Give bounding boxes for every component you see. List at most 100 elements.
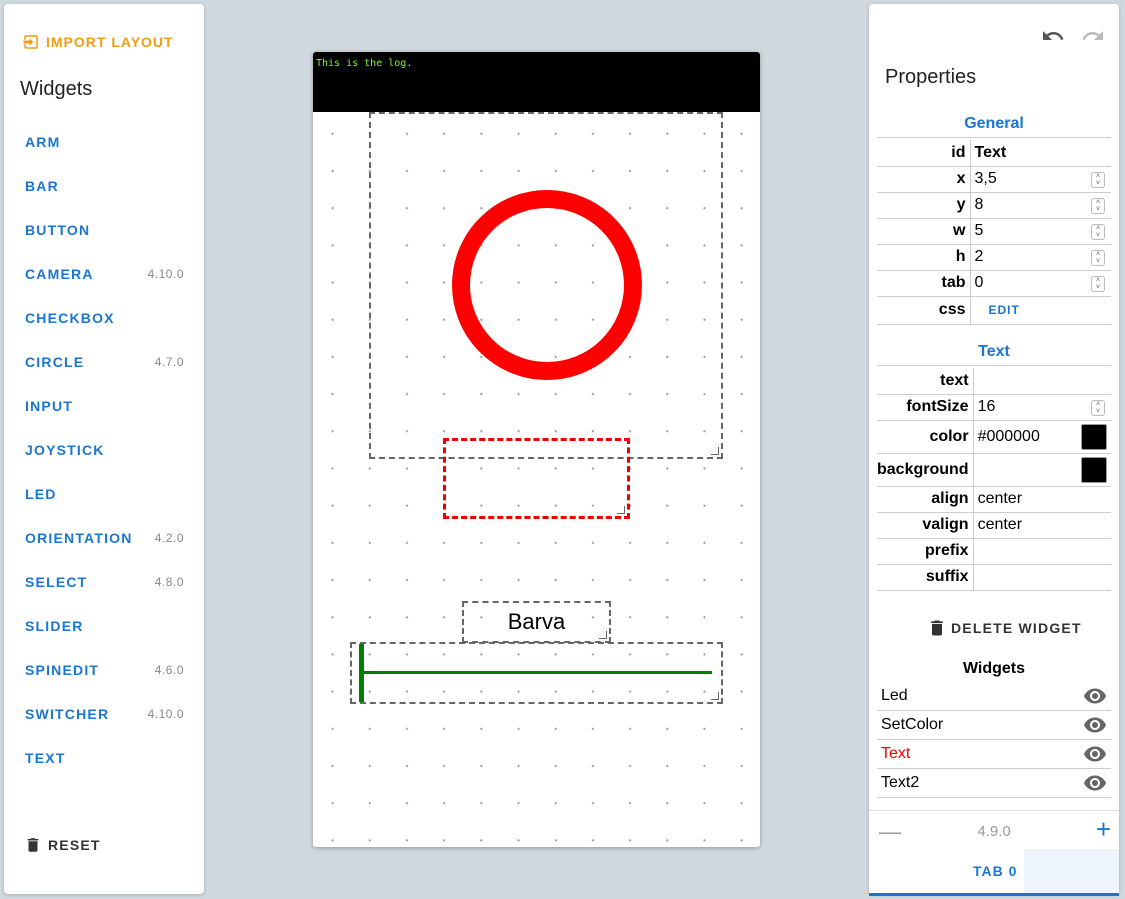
spinner-icon[interactable]: ˄ ˅ [1091, 249, 1105, 266]
widgets-list: Led SetColor Text Text2 [877, 682, 1111, 798]
widget-type-button[interactable]: BUTTON [4, 208, 204, 252]
widget-type-checkbox[interactable]: CHECKBOX [4, 296, 204, 340]
led-widget[interactable] [369, 112, 723, 459]
widget-list-item-text2[interactable]: Text2 [877, 769, 1111, 798]
prop-row-color: color #000000 [877, 420, 1111, 454]
prop-row-css: css EDIT [877, 296, 1111, 325]
text-widget-selected[interactable] [443, 438, 630, 519]
spinner-icon[interactable]: ˄ ˅ [1091, 171, 1105, 188]
widget-type-circle[interactable]: CIRCLE 4.7.0 [4, 340, 204, 384]
text-properties-table: text fontSize 16 ˄ ˅ color #000000 backgroun… [877, 368, 1111, 591]
prop-row-background: background [877, 453, 1111, 487]
eye-icon[interactable] [1083, 713, 1107, 737]
setcolor-slider-widget[interactable] [350, 642, 723, 704]
prop-x-input[interactable]: 3,5 ˄ ˅ [970, 166, 1111, 193]
properties-panel: Properties General id Text x 3,5 ˄ ˅ y 8 ˄ ˅ w5… [869, 4, 1119, 896]
prop-w-input[interactable]: 5 ˄ ˅ [970, 218, 1111, 245]
redo-button[interactable] [1081, 24, 1105, 53]
widget-type-joystick[interactable]: JOYSTICK [4, 428, 204, 472]
eye-icon[interactable] [1083, 771, 1107, 795]
prop-prefix-input[interactable] [973, 538, 1111, 565]
prop-id-value: Text [970, 140, 1111, 167]
version-badge: 4.6.0 [154, 663, 184, 677]
prop-text-input[interactable] [973, 368, 1111, 395]
text2-widget[interactable]: Barva [462, 601, 611, 643]
import-layout-button[interactable]: IMPORT LAYOUT [22, 30, 174, 54]
prop-row-x: x 3,5 ˄ ˅ [877, 166, 1111, 193]
spinner-icon[interactable]: ˄ ˅ [1091, 223, 1105, 240]
resize-handle[interactable] [599, 631, 607, 639]
slider-track[interactable] [364, 671, 712, 674]
resize-handle[interactable] [711, 447, 719, 455]
led-circle [452, 190, 642, 380]
widget-type-input[interactable]: INPUT [4, 384, 204, 428]
prop-suffix-input[interactable] [973, 564, 1111, 591]
prop-row-align: align center [877, 486, 1111, 513]
add-tab-button[interactable]: + [1096, 814, 1111, 845]
widget-palette-panel: IMPORT LAYOUT Widgets ARM BAR BUTTON CAM… [4, 4, 204, 894]
prop-row-fontsize: fontSize 16 ˄ ˅ [877, 394, 1111, 421]
delete-widget-label: DELETE WIDGET [951, 620, 1082, 636]
widget-type-slider[interactable]: SLIDER [4, 604, 204, 648]
resize-handle[interactable] [711, 692, 719, 700]
prop-align-select[interactable]: center [973, 486, 1111, 513]
widgets-title: Widgets [20, 78, 93, 100]
widget-type-camera[interactable]: CAMERA 4.10.0 [4, 252, 204, 296]
log-area: This is the log. [313, 52, 760, 112]
widget-type-orientation[interactable]: ORIENTATION 4.2.0 [4, 516, 204, 560]
prop-color-input[interactable]: #000000 [973, 420, 1111, 454]
general-properties-table: id Text x 3,5 ˄ ˅ y 8 ˄ ˅ w 5 ˄ ˅ h 2 ˄ ˅ tab 0 ˄ ˅ css E… [877, 140, 1111, 325]
undo-icon [1043, 31, 1064, 40]
trash-icon [27, 838, 39, 852]
eye-icon[interactable] [1083, 684, 1107, 708]
background-swatch[interactable] [1081, 456, 1107, 483]
spinner-icon[interactable]: ˄ ˅ [1091, 197, 1105, 214]
prop-row-suffix: suffix [877, 564, 1111, 591]
widget-type-arm[interactable]: ARM [4, 120, 204, 164]
trash-icon [931, 620, 943, 636]
widget-list-item-setcolor[interactable]: SetColor [877, 711, 1111, 740]
delete-widget-button[interactable]: DELETE WIDGET [927, 618, 1082, 638]
widget-type-select[interactable]: SELECT 4.8.0 [4, 560, 204, 604]
widget-type-list: ARM BAR BUTTON CAMERA 4.10.0 CHECKBOX CIR… [4, 120, 204, 780]
prop-fontsize-input[interactable]: 16 ˄ ˅ [973, 394, 1111, 421]
prop-h-input[interactable]: 2 ˄ ˅ [970, 244, 1111, 271]
version-badge: 4.10.0 [147, 707, 184, 721]
tab-0[interactable]: TAB 0 [973, 863, 1017, 879]
prop-background-input[interactable] [973, 453, 1111, 487]
undo-button[interactable] [1041, 24, 1065, 53]
spinner-icon[interactable]: ˄ ˅ [1091, 275, 1105, 292]
widget-type-led[interactable]: LED [4, 472, 204, 516]
eye-icon[interactable] [1083, 742, 1107, 766]
remove-tab-button[interactable]: — [879, 819, 901, 845]
widget-type-switcher[interactable]: SWITCHER 4.10.0 [4, 692, 204, 736]
prop-valign-select[interactable]: center [973, 512, 1111, 539]
prop-y-input[interactable]: 8 ˄ ˅ [970, 192, 1111, 219]
spinner-icon[interactable]: ˄ ˅ [1091, 399, 1105, 416]
prop-row-valign: valign center [877, 512, 1111, 539]
widget-type-text[interactable]: TEXT [4, 736, 204, 780]
tab-indicator [869, 893, 1119, 896]
import-layout-label: IMPORT LAYOUT [46, 34, 174, 50]
color-swatch[interactable] [1081, 423, 1107, 450]
reset-label: RESET [48, 837, 101, 853]
prop-row-y: y 8 ˄ ˅ [877, 192, 1111, 219]
tab-empty-slot [1024, 849, 1119, 893]
version-badge: 4.7.0 [154, 355, 184, 369]
prop-row-id: id Text [877, 140, 1111, 167]
text-section-heading: Text [877, 338, 1111, 366]
widget-list-item-text[interactable]: Text [877, 740, 1111, 769]
prop-row-h: h 2 ˄ ˅ [877, 244, 1111, 271]
general-section-heading: General [877, 110, 1111, 138]
widget-type-bar[interactable]: BAR [4, 164, 204, 208]
properties-title: Properties [885, 66, 977, 88]
prop-tab-input[interactable]: 0 ˄ ˅ [970, 270, 1111, 297]
css-edit-button[interactable]: EDIT [989, 303, 1020, 317]
widget-type-spinedit[interactable]: SPINEDIT 4.6.0 [4, 648, 204, 692]
widget-list-item-led[interactable]: Led [877, 682, 1111, 711]
prop-row-w: w 5 ˄ ˅ [877, 218, 1111, 245]
layout-canvas[interactable]: This is the log. Barva [313, 52, 760, 847]
resize-handle[interactable] [617, 506, 625, 514]
reset-button[interactable]: RESET [24, 836, 101, 854]
prop-row-text: text [877, 368, 1111, 395]
